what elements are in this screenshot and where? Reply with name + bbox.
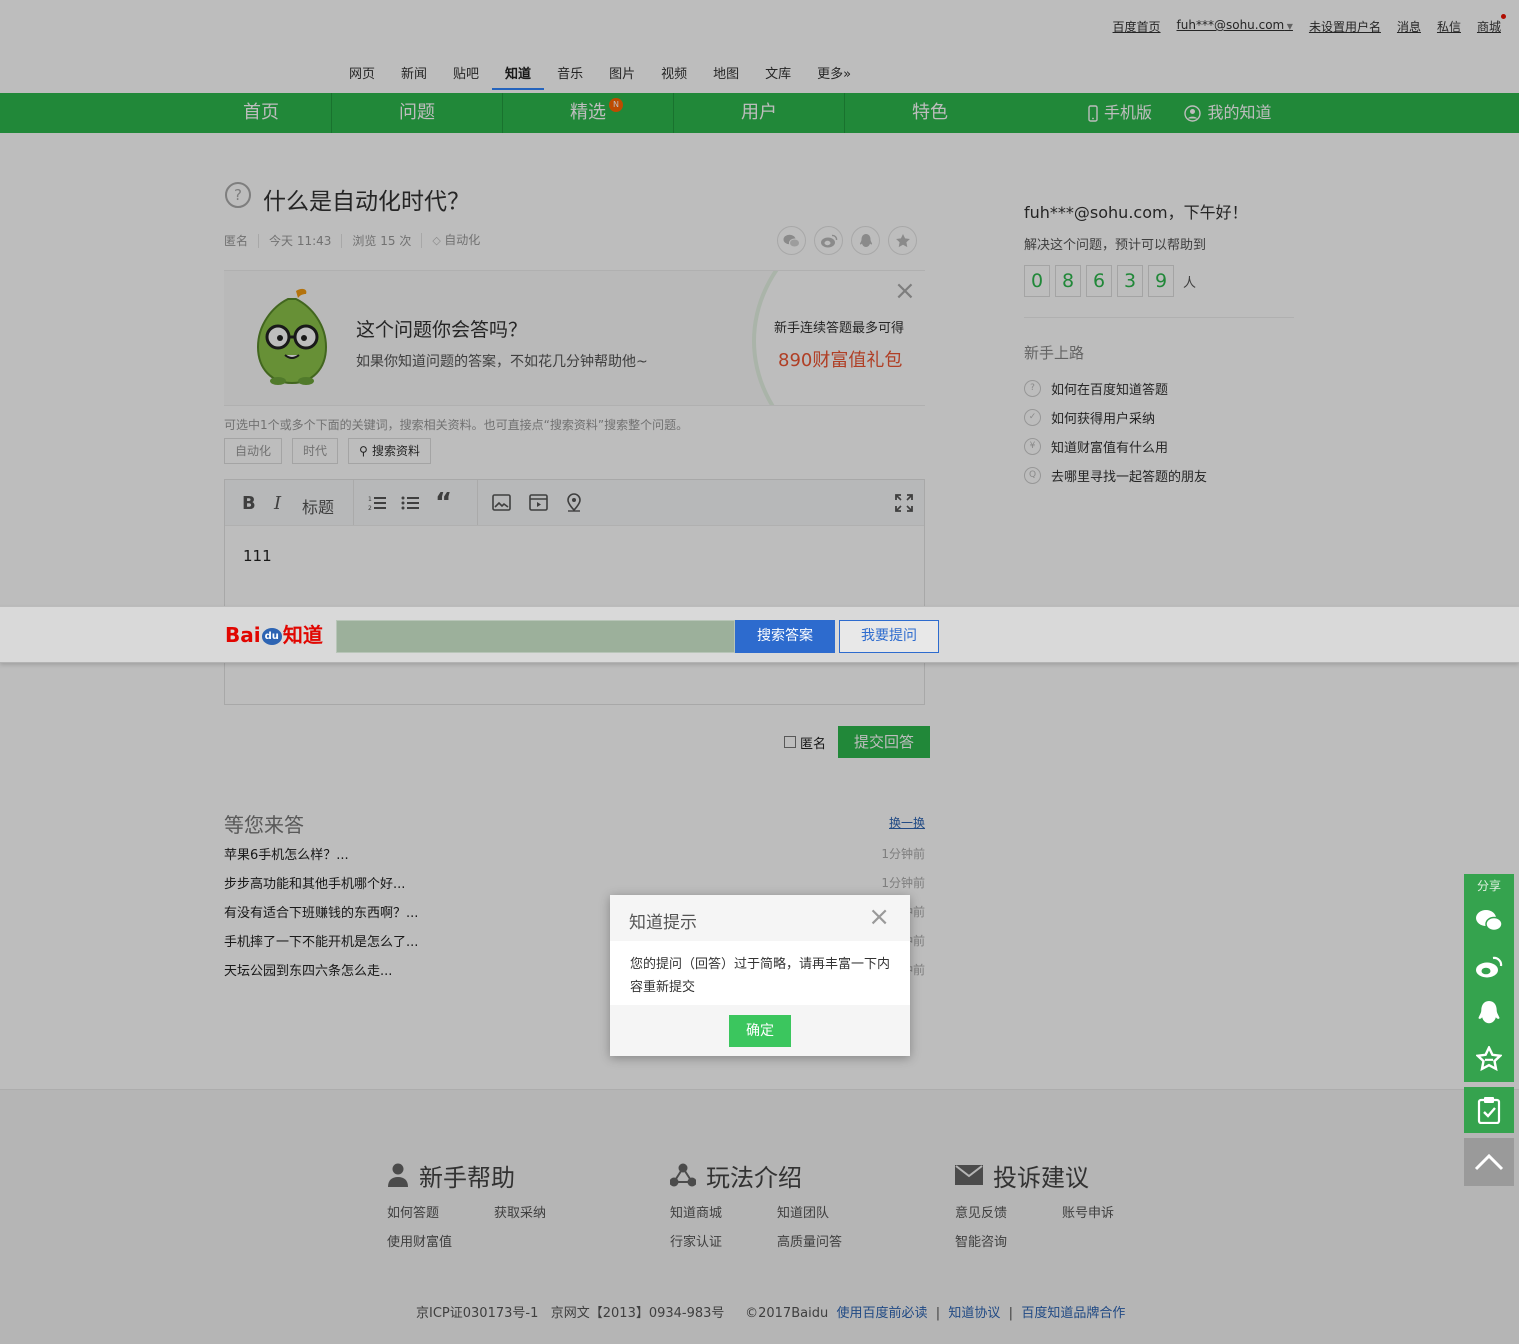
dialog-title: 知道提示 xyxy=(629,913,697,933)
logo-zhidao: 知道 xyxy=(282,623,323,647)
dialog-footer: 确定 xyxy=(610,1005,910,1056)
alert-dialog: 知道提示 × 您的提问（回答）过于简略，请再丰富一下内容重新提交 确定 xyxy=(610,895,910,1056)
logo-paw: du xyxy=(261,628,282,645)
favorite-icon[interactable] xyxy=(1464,1036,1514,1082)
dialog-message: 您的提问（回答）过于简略，请再丰富一下内容重新提交 xyxy=(630,957,891,995)
dialog-header: 知道提示 × xyxy=(610,895,910,941)
qq-icon[interactable] xyxy=(1464,990,1514,1036)
sticky-search-bar: Bai du 知道 搜索答案 我要提问 xyxy=(0,606,1519,663)
clipboard-icon[interactable] xyxy=(1464,1087,1514,1133)
close-icon[interactable]: × xyxy=(868,904,890,930)
modal-overlay xyxy=(0,0,1519,1344)
wechat-icon[interactable] xyxy=(1464,898,1514,944)
share-panel-title: 分享 xyxy=(1464,874,1514,898)
back-to-top-icon[interactable] xyxy=(1464,1138,1514,1186)
logo-bai: Bai xyxy=(225,623,261,647)
ask-question-button[interactable]: 我要提问 xyxy=(839,620,939,653)
confirm-button[interactable]: 确定 xyxy=(729,1014,791,1047)
search-input[interactable] xyxy=(336,620,735,653)
baidu-zhidao-logo[interactable]: Bai du 知道 xyxy=(225,619,323,648)
search-answers-button[interactable]: 搜索答案 xyxy=(735,620,835,653)
weibo-icon[interactable] xyxy=(1464,944,1514,990)
floating-share-panel: 分享 xyxy=(1464,874,1514,1186)
